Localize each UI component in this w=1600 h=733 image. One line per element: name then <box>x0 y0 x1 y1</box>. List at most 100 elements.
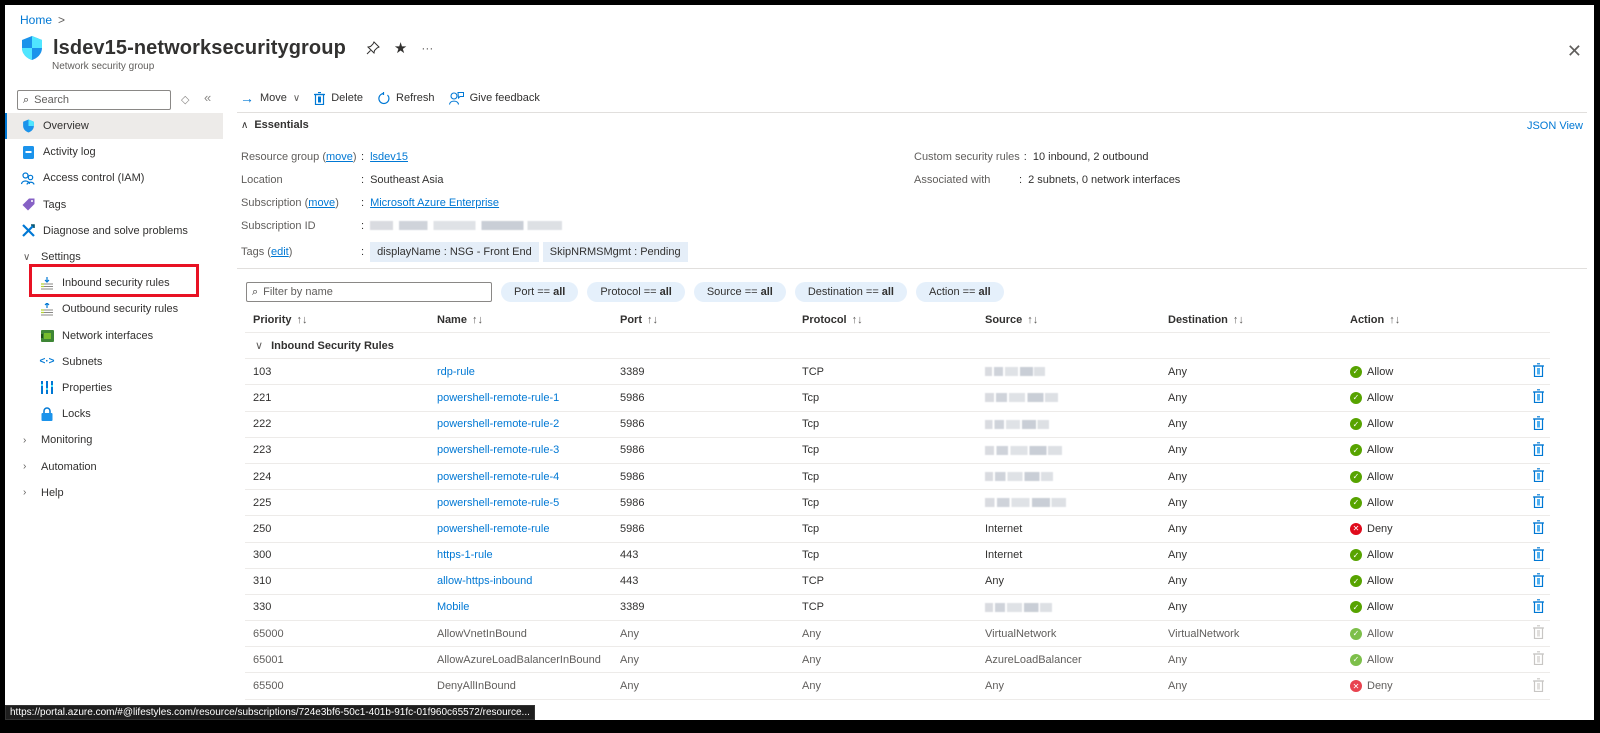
refresh-button[interactable]: Refresh <box>377 91 435 105</box>
sidebar-item-tags[interactable]: Tags <box>5 192 223 218</box>
cell-name-link[interactable]: https-1-rule <box>437 549 493 561</box>
essentials-subscription: Subscription (move) : Microsoft Azure En… <box>241 191 692 214</box>
sidebar-item-activity-log[interactable]: Activity log <box>5 139 223 165</box>
filter-pill-protocol[interactable]: Protocol == all <box>587 282 685 302</box>
delete-rule-icon[interactable] <box>1533 468 1544 485</box>
expand-icon[interactable]: ◇ <box>181 93 189 106</box>
pill-value: all <box>659 286 672 298</box>
check-circle-icon: ✓ <box>1350 575 1362 588</box>
delete-rule-icon[interactable] <box>1533 442 1544 459</box>
table-row[interactable]: 225 powershell-remote-rule-5 5986 Tcp Any ✓ Al… <box>245 490 1550 517</box>
sidebar-item-access-control[interactable]: Access control (IAM) <box>5 165 223 191</box>
pin-icon[interactable] <box>366 41 380 55</box>
cell-name-link[interactable]: powershell-remote-rule-3 <box>437 444 559 456</box>
column-header-protocol[interactable]: Protocol ↑↓ <box>802 314 863 326</box>
check-circle-icon: ✓ <box>1350 601 1362 614</box>
sidebar-group-monitoring[interactable]: › Monitoring <box>5 427 223 453</box>
status-bar-url: https://portal.azure.com/#@lifestyles.co… <box>5 705 535 720</box>
move-button[interactable]: → Move ∨ <box>240 90 300 106</box>
subscription-link[interactable]: Microsoft Azure Enterprise <box>370 197 499 209</box>
cell-name-link[interactable]: rdp-rule <box>437 366 475 378</box>
column-header-priority[interactable]: Priority ↑↓ <box>253 314 308 326</box>
table-row[interactable]: 103 rdp-rule 3389 TCP Any ✓ Allow <box>245 359 1550 386</box>
json-view-link[interactable]: JSON View <box>1527 120 1583 132</box>
essentials-toggle[interactable]: ∧ Essentials <box>241 119 309 131</box>
delete-rule-icon[interactable] <box>1533 520 1544 537</box>
delete-rule-icon[interactable] <box>1533 415 1544 433</box>
cell-name-link[interactable]: powershell-remote-rule-1 <box>437 392 559 404</box>
filter-pill-destination[interactable]: Destination == all <box>794 282 907 302</box>
filter-bar: ⌕ Filter by name Port == all Protocol == a… <box>246 282 1004 302</box>
filter-by-name-input[interactable]: ⌕ Filter by name <box>246 282 492 302</box>
delete-rule-icon[interactable] <box>1533 599 1544 616</box>
sidebar-item-diagnose[interactable]: Diagnose and solve problems <box>5 218 223 244</box>
table-row[interactable]: 65000 AllowVnetInBound Any Any VirtualNetwor… <box>245 621 1550 648</box>
column-header-port[interactable]: Port ↑↓ <box>620 314 658 326</box>
sidebar-item-properties[interactable]: Properties <box>5 375 223 401</box>
column-header-source[interactable]: Source ↑↓ <box>985 314 1038 326</box>
sidebar-item-subnets[interactable]: <·> Subnets <box>5 349 223 375</box>
table-row[interactable]: 224 powershell-remote-rule-4 5986 Tcp Any ✓ Al… <box>245 464 1550 491</box>
column-header-destination[interactable]: Destination ↑↓ <box>1168 314 1244 326</box>
sidebar-item-network-interfaces[interactable]: Network interfaces <box>5 323 223 349</box>
cell-destination: Any <box>1168 365 1187 378</box>
table-row[interactable]: 222 powershell-remote-rule-2 5986 Tcp Any ✓ Al… <box>245 412 1550 438</box>
resource-group-link[interactable]: lsdev15 <box>370 151 408 163</box>
check-circle-icon: ✓ <box>1350 470 1362 483</box>
collapse-sidebar-icon[interactable]: « <box>204 90 211 105</box>
subscription-move-link[interactable]: move <box>308 197 335 209</box>
sidebar-item-overview[interactable]: Overview <box>5 113 223 140</box>
sidebar-group-automation[interactable]: › Automation <box>5 453 223 479</box>
cell-name-link[interactable]: powershell-remote-rule <box>437 523 550 535</box>
cell-priority: 222 <box>253 418 272 431</box>
cell-name-link[interactable]: powershell-remote-rule-2 <box>437 418 559 430</box>
table-row[interactable]: 250 powershell-remote-rule 5986 Tcp Internet… <box>245 516 1550 543</box>
column-header-action[interactable]: Action ↑↓ <box>1350 314 1400 326</box>
cell-name-link[interactable]: allow-https-inbound <box>437 575 532 587</box>
filter-pill-source[interactable]: Source == all <box>693 282 786 302</box>
filter-pill-port[interactable]: Port == all <box>501 282 579 302</box>
pill-key: Port == <box>514 286 551 298</box>
sidebar-search-input[interactable]: ⌕ Search <box>17 90 171 110</box>
ellipsis-icon[interactable]: ··· <box>421 41 433 55</box>
group-header-inbound[interactable]: ∨ Inbound Security Rules <box>245 333 1550 360</box>
star-icon[interactable]: ★ <box>394 39 407 57</box>
sidebar-group-help[interactable]: › Help <box>5 480 223 506</box>
give-feedback-button[interactable]: Give feedback <box>448 91 540 105</box>
pill-value: all <box>760 286 773 298</box>
delete-rule-icon[interactable] <box>1533 572 1544 590</box>
sidebar-item-inbound-security-rules[interactable]: Inbound security rules <box>5 270 223 296</box>
cell-name-link[interactable]: powershell-remote-rule-4 <box>437 471 559 483</box>
table-row[interactable]: 310 allow-https-inbound 443 TCP Any Any ✓ Allow <box>245 569 1550 595</box>
table-row[interactable]: 300 https-1-rule 443 Tcp Internet Any ✓ Allow <box>245 543 1550 569</box>
delete-rule-icon[interactable] <box>1533 389 1544 406</box>
cell-name-link[interactable]: powershell-remote-rule-5 <box>437 497 559 509</box>
cell-action: ✕ Deny <box>1350 680 1393 693</box>
action-label: Allow <box>1367 627 1394 640</box>
delete-rule-icon[interactable] <box>1533 546 1544 564</box>
close-icon[interactable]: ✕ <box>1567 41 1582 62</box>
breadcrumb-home[interactable]: Home <box>20 13 52 27</box>
cell-name-link[interactable]: Mobile <box>437 601 469 613</box>
sidebar-item-locks[interactable]: Locks <box>5 401 223 427</box>
title-row: lsdev15-networksecuritygroup ★ ··· <box>20 35 433 61</box>
filter-pill-action[interactable]: Action == all <box>915 282 1004 302</box>
cell-priority: 223 <box>253 444 272 457</box>
table-row[interactable]: 330 Mobile 3389 TCP Any ✓ Allow <box>245 595 1550 622</box>
table-row[interactable]: 65500 DenyAllInBound Any Any Any Any ✕ Deny <box>245 673 1550 700</box>
sidebar-item-outbound-security-rules[interactable]: Outbound security rules <box>5 296 223 322</box>
essentials-heading: Essentials <box>254 119 309 131</box>
delete-rule-icon[interactable] <box>1533 494 1544 511</box>
delete-rule-icon[interactable] <box>1533 363 1544 380</box>
column-label: Port <box>620 313 642 326</box>
check-circle-icon: ✓ <box>1350 365 1362 378</box>
tags-edit-link[interactable]: edit <box>271 246 289 258</box>
sidebar-group-settings[interactable]: ∨ Settings <box>5 244 223 270</box>
resource-group-move-link[interactable]: move <box>326 151 353 163</box>
delete-button[interactable]: Delete <box>314 91 363 105</box>
table-row[interactable]: 223 powershell-remote-rule-3 5986 Tcp Any ✓ Al… <box>245 438 1550 464</box>
column-header-name[interactable]: Name ↑↓ <box>437 314 483 326</box>
table-row[interactable]: 221 powershell-remote-rule-1 5986 Tcp Any ✓ Al… <box>245 385 1550 412</box>
sidebar-item-label: Activity log <box>43 146 96 159</box>
table-row[interactable]: 65001 AllowAzureLoadBalancerInBound Any Any… <box>245 647 1550 674</box>
